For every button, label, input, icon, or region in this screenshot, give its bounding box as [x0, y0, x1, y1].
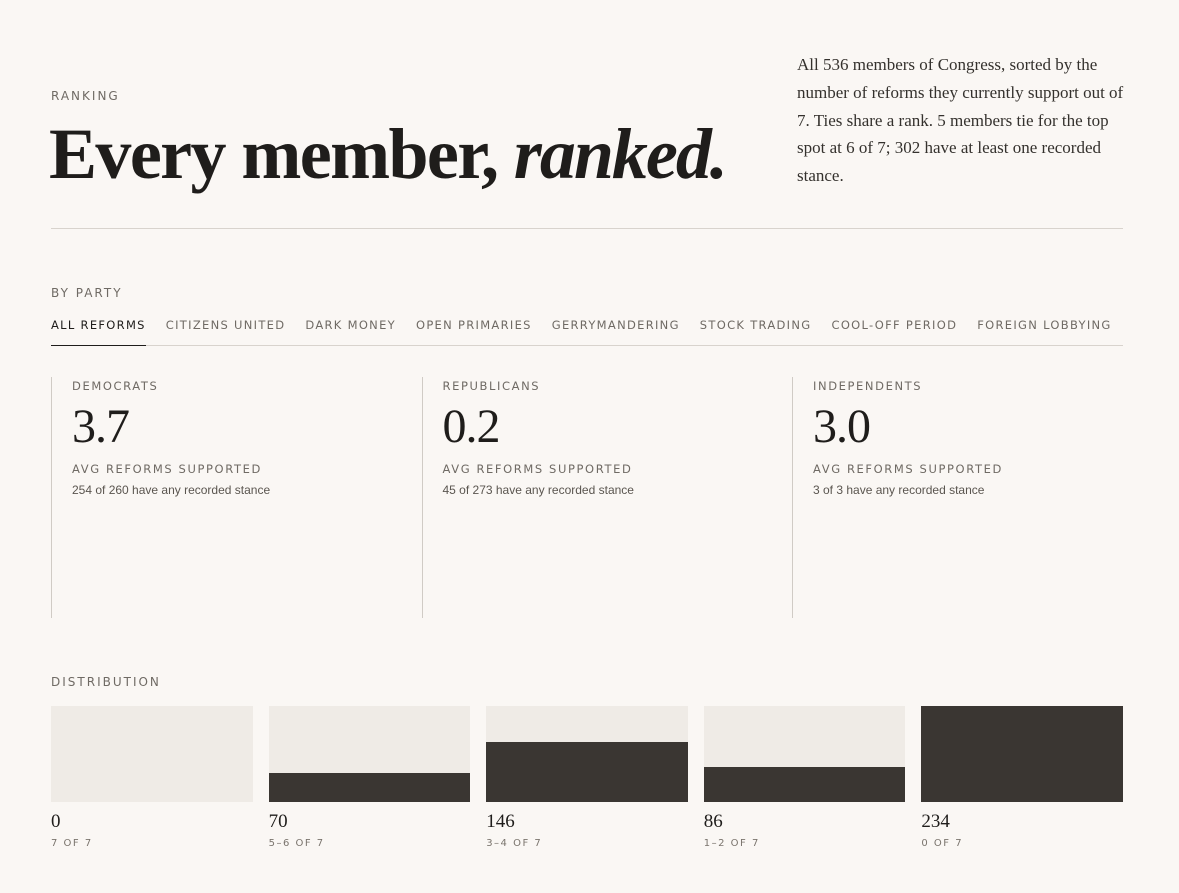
distribution-bar: [921, 706, 1123, 802]
header-divider: [51, 228, 1123, 229]
distribution-bucket: 70 5–6 OF 7: [268, 706, 471, 849]
distribution-bucket: 234 0 OF 7: [921, 706, 1123, 849]
party-name: DEMOCRATS: [72, 379, 159, 393]
tab-stock-trading[interactable]: STOCK TRADING: [700, 310, 812, 346]
reform-tabs: ALL REFORMS CITIZENS UNITED DARK MONEY O…: [51, 310, 1123, 346]
party-average: 3.7: [72, 400, 130, 453]
bucket-range: 5–6 OF 7: [268, 838, 325, 849]
party-card-republicans: REPUBLICANS 0.2 AVG REFORMS SUPPORTED 45…: [421, 377, 752, 618]
party-metric-label: AVG REFORMS SUPPORTED: [442, 462, 633, 476]
tab-all-reforms[interactable]: ALL REFORMS: [51, 310, 146, 346]
distribution-bucket: 146 3–4 OF 7: [486, 706, 688, 849]
bucket-range: 1–2 OF 7: [703, 838, 760, 849]
bucket-range: 7 OF 7: [51, 838, 93, 849]
party-name: REPUBLICANS: [442, 379, 541, 393]
page-title-emphasis: ranked.: [513, 114, 728, 194]
page-title-plain: Every member,: [49, 114, 514, 194]
party-average: 0.2: [442, 400, 501, 453]
distribution-bar-track: [486, 706, 688, 802]
distribution-bucket: 86 1–2 OF 7: [703, 706, 906, 849]
distribution-chart: 0 7 OF 7 70 5–6 OF 7 146 3–4 OF 7 86 1–2…: [51, 706, 1123, 849]
distribution-bucket: 0 7 OF 7: [51, 706, 253, 849]
tab-dark-money[interactable]: DARK MONEY: [305, 310, 396, 346]
bucket-count: 0: [51, 811, 61, 832]
party-name: INDEPENDENTS: [813, 379, 923, 393]
tab-gerrymandering[interactable]: GERRYMANDERING: [552, 310, 680, 346]
tab-foreign-lobbying[interactable]: FOREIGN LOBBYING: [977, 310, 1111, 346]
party-card-independents: INDEPENDENTS 3.0 AVG REFORMS SUPPORTED 3…: [792, 377, 1122, 618]
bucket-count: 146: [486, 811, 515, 832]
distribution-eyebrow: DISTRIBUTION: [51, 675, 161, 689]
bucket-range: 3–4 OF 7: [486, 838, 543, 849]
tab-citizens-united[interactable]: CITIZENS UNITED: [166, 310, 286, 346]
distribution-bar-track: [703, 706, 906, 802]
distribution-bar-track: [921, 706, 1123, 802]
bucket-count: 234: [921, 811, 950, 832]
party-stance-note: 254 of 260 have any recorded stance: [72, 483, 271, 497]
distribution-bar: [703, 766, 906, 802]
distribution-bar: [486, 742, 688, 802]
bucket-count: 86: [703, 811, 723, 832]
distribution-bar-track: [51, 706, 253, 802]
page-title: Every member, ranked.: [49, 110, 728, 198]
bucket-count: 70: [268, 811, 288, 832]
tab-open-primaries[interactable]: OPEN PRIMARIES: [416, 310, 532, 346]
party-stance-note: 45 of 273 have any recorded stance: [442, 483, 634, 497]
party-stance-note: 3 of 3 have any recorded stance: [813, 483, 985, 497]
ranking-eyebrow: RANKING: [51, 89, 120, 103]
party-card-democrats: DEMOCRATS 3.7 AVG REFORMS SUPPORTED 254 …: [51, 377, 381, 618]
bucket-range: 0 OF 7: [921, 838, 964, 849]
party-average: 3.0: [813, 400, 871, 453]
party-metric-label: AVG REFORMS SUPPORTED: [72, 462, 262, 476]
distribution-bar-track: [268, 706, 471, 802]
intro-text: All 536 members of Congress, sorted by t…: [797, 55, 1124, 186]
tab-cool-off-period[interactable]: COOL-OFF PERIOD: [831, 310, 957, 346]
party-metric-label: AVG REFORMS SUPPORTED: [813, 462, 1003, 476]
by-party-eyebrow: BY PARTY: [51, 286, 123, 300]
distribution-bar: [268, 773, 471, 802]
